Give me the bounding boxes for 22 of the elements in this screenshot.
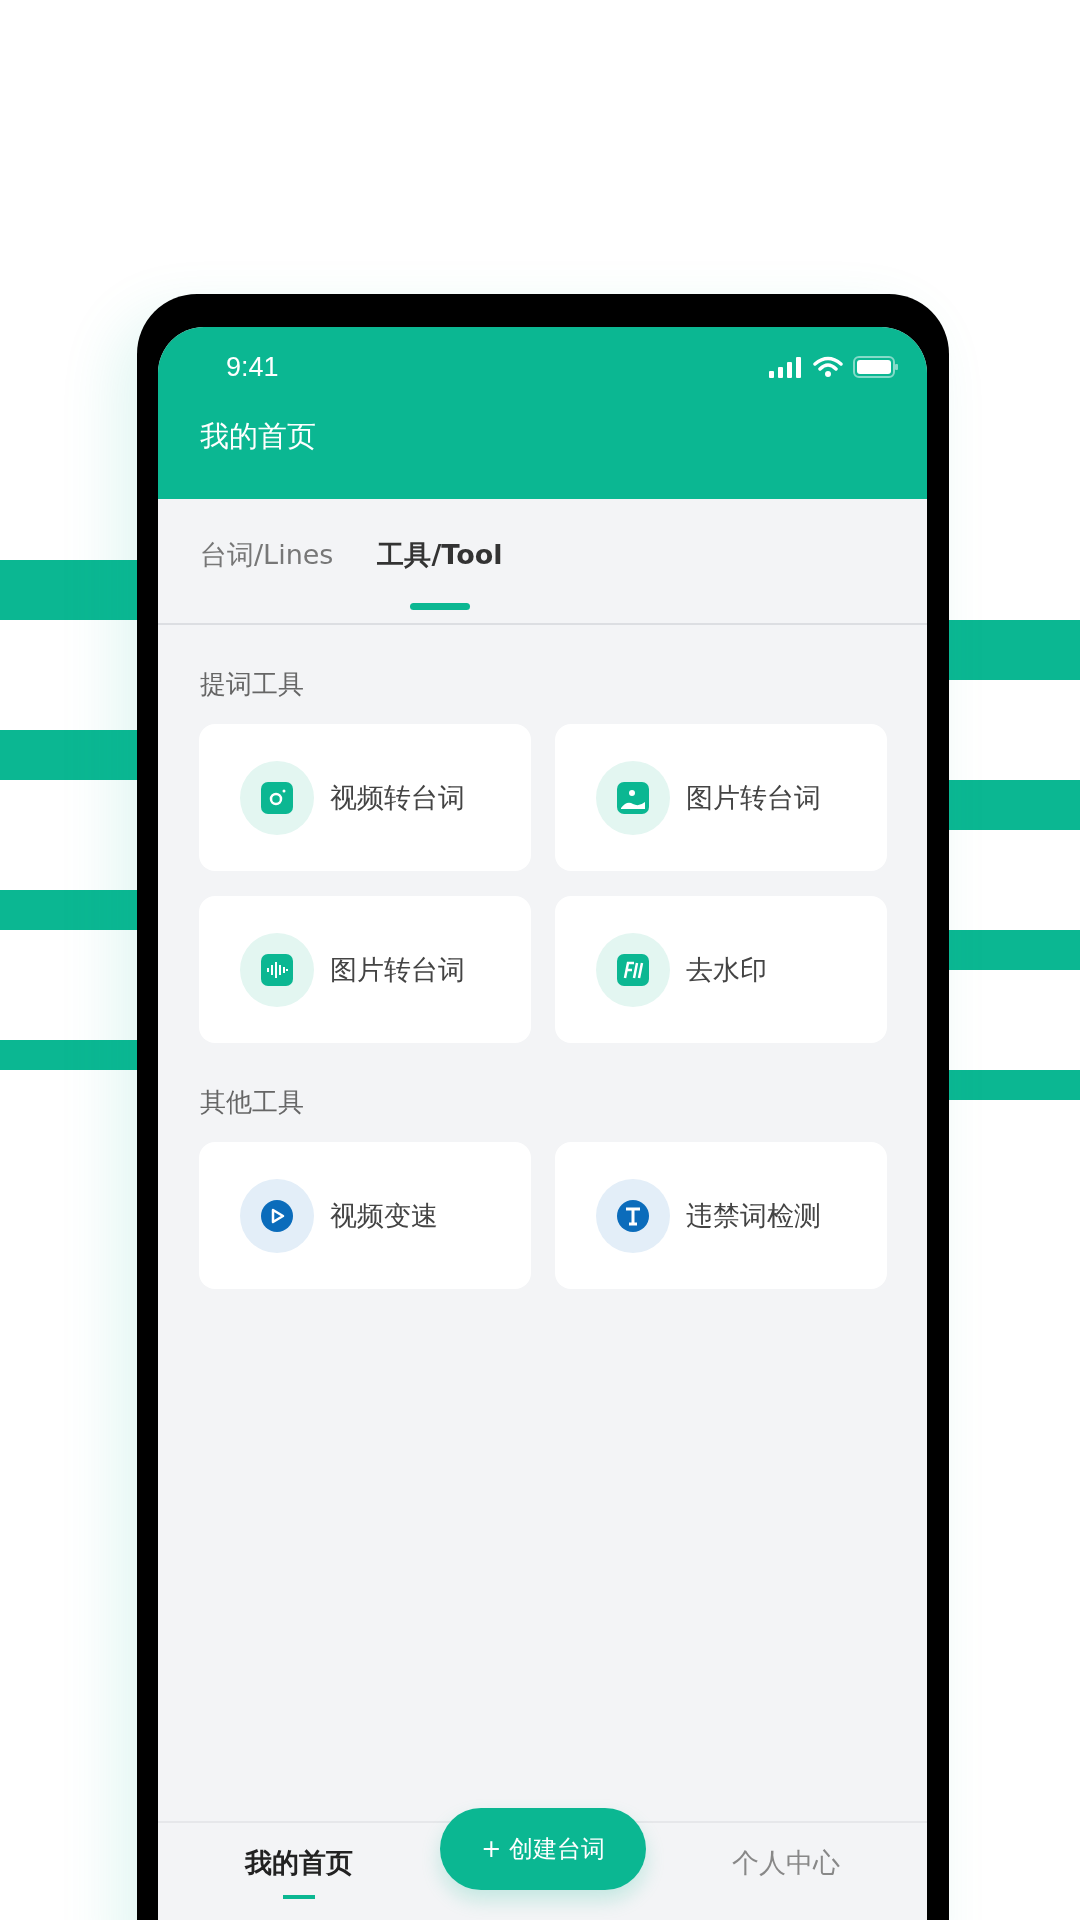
tool-label: 视频转台词 <box>330 780 465 815</box>
nav-tab[interactable]: 我的首页 <box>158 1823 440 1899</box>
signal-icon <box>769 356 803 378</box>
tool-label: 去水印 <box>686 952 767 987</box>
wifi-icon <box>813 356 843 378</box>
section-title: 提词工具 <box>199 668 305 701</box>
tab[interactable]: 工具/Tool <box>377 499 503 623</box>
section-title: 其他工具 <box>199 1086 305 1119</box>
tool-card[interactable]: 视频变速 <box>199 1142 531 1289</box>
tool-label: 视频变速 <box>330 1198 438 1233</box>
tool-card[interactable]: 图片转台词 <box>555 724 887 871</box>
tool-label: 图片转台词 <box>330 952 465 987</box>
tool-label: 违禁词检测 <box>686 1198 821 1233</box>
tool-card[interactable]: 去水印 <box>555 896 887 1043</box>
status-time: 9:41 <box>226 351 279 383</box>
tool-card[interactable]: 违禁词检测 <box>555 1142 887 1289</box>
page-title: 我的首页 <box>199 418 317 455</box>
battery-icon <box>853 356 899 378</box>
tool-card[interactable]: 视频转台词 <box>199 724 531 871</box>
tool-label: 图片转台词 <box>686 780 821 815</box>
tool-card[interactable]: 图片转台词 <box>199 896 531 1043</box>
tab[interactable]: 台词/Lines <box>200 499 334 623</box>
